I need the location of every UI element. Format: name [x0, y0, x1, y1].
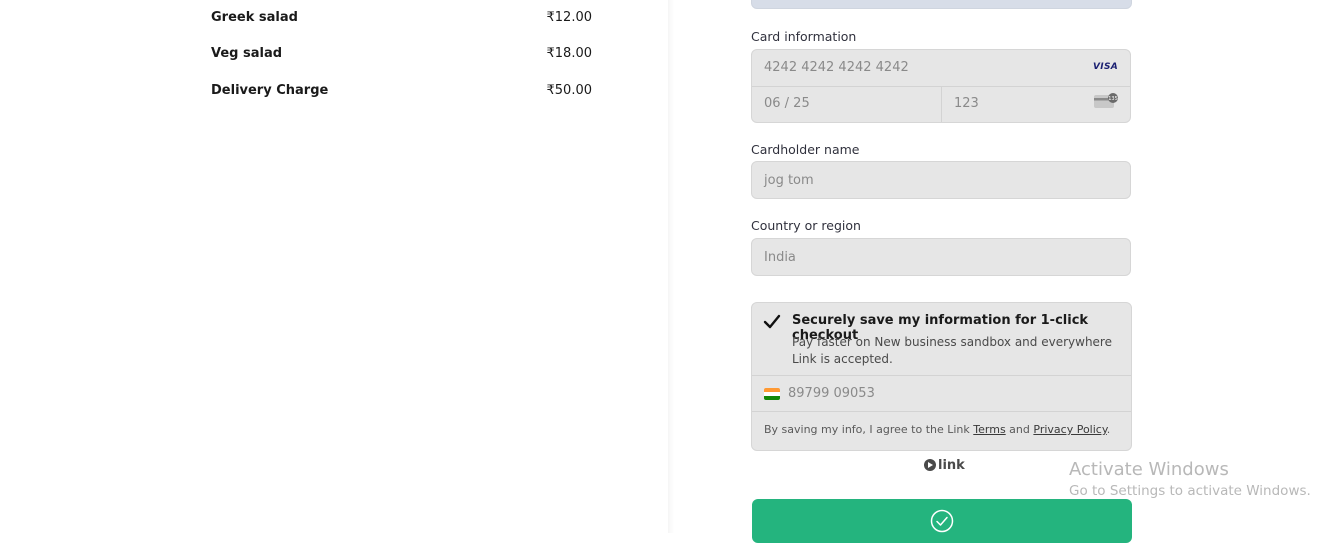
- order-item: Veg salad ₹18.00: [211, 46, 592, 66]
- visa-icon: VISA: [1093, 62, 1118, 72]
- expiry-input[interactable]: 06 / 25: [764, 96, 810, 111]
- save-info-description: Pay faster on New business sandbox and e…: [792, 335, 1112, 366]
- order-item-price: ₹12.00: [546, 10, 593, 25]
- pay-button[interactable]: [752, 499, 1132, 543]
- windows-activation-watermark: Activate Windows Go to Settings to activ…: [1069, 459, 1311, 499]
- order-item-name: Greek salad: [211, 10, 298, 25]
- country-label: Country or region: [751, 218, 861, 233]
- link-play-icon: [924, 459, 936, 471]
- divider: [752, 375, 1131, 376]
- terms-link[interactable]: Terms: [973, 423, 1005, 436]
- order-item-name: Veg salad: [211, 46, 283, 61]
- watermark-title: Activate Windows: [1069, 459, 1229, 480]
- cardholder-label: Cardholder name: [751, 142, 860, 157]
- watermark-subtitle: Go to Settings to activate Windows.: [1069, 483, 1311, 499]
- svg-text:135: 135: [1108, 96, 1118, 102]
- legal-suffix: .: [1106, 423, 1111, 436]
- order-item-name: Delivery Charge: [211, 83, 329, 98]
- card-info-group: 4242 4242 4242 4242 VISA 06 / 25 123 135: [751, 49, 1131, 123]
- cvc-input[interactable]: 123: [954, 96, 979, 111]
- country-value: India: [764, 250, 796, 265]
- order-summary-pane: [0, 0, 668, 533]
- order-item-price: ₹50.00: [546, 83, 593, 98]
- country-select[interactable]: India: [751, 238, 1131, 276]
- link-logo-text: link: [938, 457, 965, 473]
- cardholder-input[interactable]: jog tom: [764, 173, 814, 188]
- divider: [941, 86, 942, 122]
- order-item-price: ₹18.00: [546, 46, 593, 61]
- phone-input[interactable]: 89799 09053: [788, 386, 875, 401]
- privacy-policy-link[interactable]: Privacy Policy: [1033, 423, 1106, 436]
- cvc-card-icon: 135: [1094, 93, 1118, 108]
- order-item: Delivery Charge ₹50.00: [211, 83, 592, 103]
- link-save-panel: Securely save my information for 1-click…: [751, 302, 1132, 451]
- link-logo: link: [924, 457, 965, 473]
- divider: [752, 411, 1131, 412]
- order-item: Greek salad ₹12.00: [211, 10, 592, 30]
- card-number-input[interactable]: 4242 4242 4242 4242: [764, 60, 909, 75]
- legal-prefix: By saving my info, I agree to the Link: [764, 423, 974, 436]
- india-flag-icon: [764, 388, 780, 400]
- cardholder-field[interactable]: jog tom: [751, 161, 1131, 199]
- check-circle-icon: [930, 509, 954, 533]
- legal-and: and: [1005, 423, 1034, 436]
- card-info-label: Card information: [751, 29, 857, 44]
- email-field[interactable]: [751, 0, 1132, 9]
- save-info-checkbox[interactable]: [762, 312, 782, 332]
- link-legal-text: By saving my info, I agree to the Link T…: [764, 423, 1110, 436]
